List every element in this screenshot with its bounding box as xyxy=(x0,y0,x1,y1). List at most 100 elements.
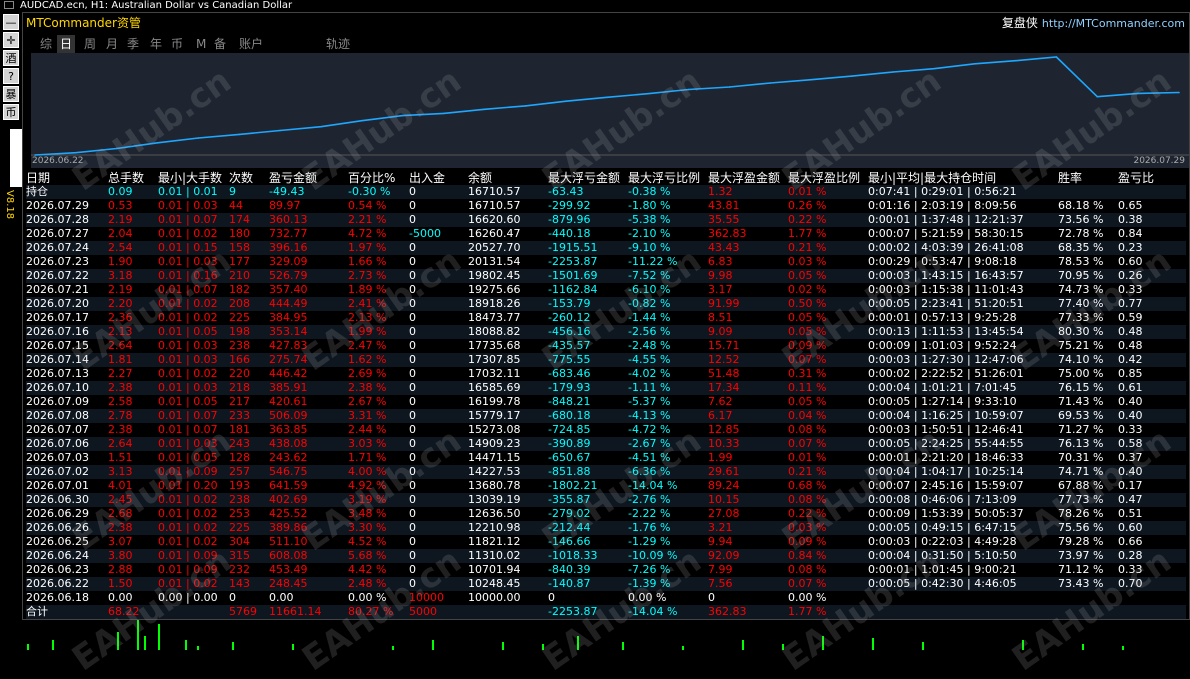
cell-win: 69.53 % xyxy=(1058,409,1104,422)
cell-pf: 0.48 xyxy=(1118,325,1143,338)
cell-pnl: 329.09 xyxy=(269,255,308,268)
cell-pnl: -49.43 xyxy=(269,185,305,198)
minimize-button[interactable]: — xyxy=(3,14,19,30)
table-row[interactable]: 2026.06.25 3.07 0.01 | 0.02 304 511.10 4.52 %… xyxy=(26,535,1186,549)
table-row[interactable]: 2026.07.21 2.19 0.01 | 0.07 182 357.40 1.89 %… xyxy=(26,283,1186,297)
cell-lots: 2.27 xyxy=(108,367,133,380)
cell-date: 2026.07.28 xyxy=(26,213,89,226)
equity-point xyxy=(279,129,281,132)
table-row[interactable]: 2026.07.09 2.58 0.01 | 0.05 217 420.61 2.67 %… xyxy=(26,395,1186,409)
cell-maxfp: 12.52 xyxy=(708,353,740,366)
cell-minmax: 0.01 | 0.05 xyxy=(158,451,218,464)
cell-pct: 3.31 % xyxy=(348,409,387,422)
cell-maxfpp: 0.31 % xyxy=(788,367,827,380)
move-icon[interactable]: ✛ xyxy=(3,32,19,48)
table-row[interactable]: 2026.06.22 1.50 0.01 | 0.02 143 248.45 2.48 %… xyxy=(26,577,1186,591)
table-row[interactable]: 2026.07.01 4.01 0.01 | 0.20 193 641.59 4.92 %… xyxy=(26,479,1186,493)
table-row[interactable]: 2026.06.18 0.00 0.00 | 0.00 0 0.00 0.00 % 1000… xyxy=(26,591,1186,605)
table-row[interactable]: 2026.07.14 1.81 0.01 | 0.03 166 275.74 1.62 %… xyxy=(26,353,1186,367)
table-open-row[interactable]: 持仓 0.09 0.01 | 0.01 9 -49.43 -0.30 % 0 16710.57… xyxy=(26,185,1186,199)
table-row[interactable]: 2026.07.15 2.64 0.01 | 0.03 238 427.83 2.47 %… xyxy=(26,339,1186,353)
cell-maxdd: -279.02 xyxy=(548,507,591,520)
cell-minmax: 0.01 | 0.05 xyxy=(158,395,218,408)
version-label: V8.18 xyxy=(4,190,15,220)
tab-1[interactable]: 日 xyxy=(57,35,76,53)
cell-io: 0 xyxy=(409,381,416,394)
cell-pf: 0.70 xyxy=(1118,577,1143,590)
table-row[interactable]: 2026.07.29 0.53 0.01 | 0.03 44 89.97 0.54 % 0 1… xyxy=(26,199,1186,213)
tab-2[interactable]: 周 xyxy=(81,35,99,53)
table-row[interactable]: 2026.07.07 2.38 0.01 | 0.07 181 363.85 2.44 %… xyxy=(26,423,1186,437)
table-row[interactable]: 2026.07.27 2.04 0.01 | 0.02 180 732.77 4.72 %… xyxy=(26,227,1186,241)
toolbar-button-bi[interactable]: 币 xyxy=(3,104,19,120)
cell-pnl: 526.79 xyxy=(269,269,308,282)
cell-maxdd: -435.57 xyxy=(548,339,591,352)
table-row[interactable]: 2026.06.23 2.88 0.01 | 0.09 232 453.49 4.42 %… xyxy=(26,563,1186,577)
table-row[interactable]: 2026.07.06 2.64 0.01 | 0.03 243 438.08 3.03 %… xyxy=(26,437,1186,451)
toolbar-button-bao[interactable]: 暴 xyxy=(3,86,19,102)
volume-bar xyxy=(232,642,234,650)
cell-maxddp: -1.76 % xyxy=(628,521,671,534)
table-row[interactable]: 2026.06.26 2.38 0.01 | 0.02 225 389.86 3.30 %… xyxy=(26,521,1186,535)
cell-pf: 0.28 xyxy=(1118,549,1143,562)
table-row[interactable]: 2026.06.29 2.68 0.01 | 0.02 253 425.52 3.48 %… xyxy=(26,507,1186,521)
help-button[interactable]: ? xyxy=(3,68,19,84)
table-row[interactable]: 2026.07.13 2.27 0.01 | 0.02 220 446.42 2.69 %… xyxy=(26,367,1186,381)
cell-maxfpp: 0.08 % xyxy=(788,423,827,436)
table-row[interactable]: 2026.07.28 2.19 0.01 | 0.07 174 360.13 2.21 %… xyxy=(26,213,1186,227)
cell-maxdd: -355.87 xyxy=(548,493,591,506)
cell-date: 2026.07.13 xyxy=(26,367,89,380)
cell-pf: 0.33 xyxy=(1118,563,1143,576)
tab-5[interactable]: 年 xyxy=(147,35,165,53)
cell-pct: 3.03 % xyxy=(348,437,387,450)
cell-maxfp: 15.71 xyxy=(708,339,740,352)
cell-pct: 4.72 % xyxy=(348,227,387,240)
toolbar-button-jiu[interactable]: 酒 xyxy=(3,50,19,66)
cell-io: -5000 xyxy=(409,227,441,240)
cell-win: 67.88 % xyxy=(1058,479,1104,492)
tab-4[interactable]: 季 xyxy=(124,35,142,53)
table-row[interactable]: 2026.07.03 1.51 0.01 | 0.05 128 243.62 1.71 %… xyxy=(26,451,1186,465)
cell-date: 2026.07.03 xyxy=(26,451,89,464)
table-total-row[interactable]: 合计 68.22 5769 11661.14 80.27 % 5000 -2253.87 -1… xyxy=(26,605,1186,619)
cell-io: 0 xyxy=(409,395,416,408)
table-row[interactable]: 2026.07.22 3.18 0.01 | 0.16 210 526.79 2.73 %… xyxy=(26,269,1186,283)
cell-date: 2026.07.02 xyxy=(26,465,89,478)
table-row[interactable]: 2026.07.17 2.36 0.01 | 0.02 225 384.95 2.13 %… xyxy=(26,311,1186,325)
cell-pct: 1.97 % xyxy=(348,241,387,254)
volume-bar xyxy=(144,636,146,650)
site-url-link[interactable]: http://MTCommander.com xyxy=(1042,17,1185,30)
equity-point xyxy=(1178,91,1180,94)
cell-pf: 0.66 xyxy=(1118,535,1143,548)
equity-point xyxy=(1137,92,1139,95)
table-row[interactable]: 2026.07.16 2.13 0.01 | 0.05 198 353.14 1.99 %… xyxy=(26,325,1186,339)
side-panel-strip xyxy=(10,129,22,187)
tab-9[interactable]: 账户 xyxy=(236,35,266,53)
cell-maxddp: -11.22 % xyxy=(628,255,678,268)
cell-minmax: 0.01 | 0.02 xyxy=(158,535,218,548)
tab-0[interactable]: 综 xyxy=(37,35,55,53)
table-row[interactable]: 2026.07.20 2.20 0.01 | 0.02 208 444.49 2.41 %… xyxy=(26,297,1186,311)
tab-6[interactable]: 币 xyxy=(168,35,186,53)
table-row[interactable]: 2026.07.23 1.90 0.01 | 0.03 177 329.09 1.66 %… xyxy=(26,255,1186,269)
cell-pct: 2.73 % xyxy=(348,269,387,282)
cell-maxdd: -1915.51 xyxy=(548,241,598,254)
tab-8[interactable]: 备 xyxy=(211,35,229,53)
tab-10[interactable]: 轨迹 xyxy=(323,35,353,53)
cell-date: 2026.07.29 xyxy=(26,199,89,212)
cell-pf: 0.42 xyxy=(1118,353,1143,366)
table-row[interactable]: 2026.06.30 2.45 0.01 | 0.02 238 402.69 3.19 %… xyxy=(26,493,1186,507)
table-row[interactable]: 2026.07.24 2.54 0.01 | 0.15 158 396.16 1.97 %… xyxy=(26,241,1186,255)
tab-7[interactable]: M xyxy=(193,35,209,53)
table-row[interactable]: 2026.07.02 3.13 0.01 | 0.09 257 546.75 4.00 %… xyxy=(26,465,1186,479)
cell-pnl: 420.61 xyxy=(269,395,308,408)
cell-maxddp: -2.67 % xyxy=(628,437,671,450)
table-row[interactable]: 2026.06.24 3.80 0.01 | 0.09 315 608.08 5.68 %… xyxy=(26,549,1186,563)
cell-win: 79.28 % xyxy=(1058,535,1104,548)
tab-3[interactable]: 月 xyxy=(103,35,121,53)
table-row[interactable]: 2026.07.10 2.38 0.01 | 0.03 218 385.91 2.38 %… xyxy=(26,381,1186,395)
table-row[interactable]: 2026.07.08 2.78 0.01 | 0.07 233 506.09 3.31 %… xyxy=(26,409,1186,423)
cell-io: 0 xyxy=(409,269,416,282)
cell-pf: 0.47 xyxy=(1118,493,1143,506)
cell-date: 2026.07.07 xyxy=(26,423,89,436)
